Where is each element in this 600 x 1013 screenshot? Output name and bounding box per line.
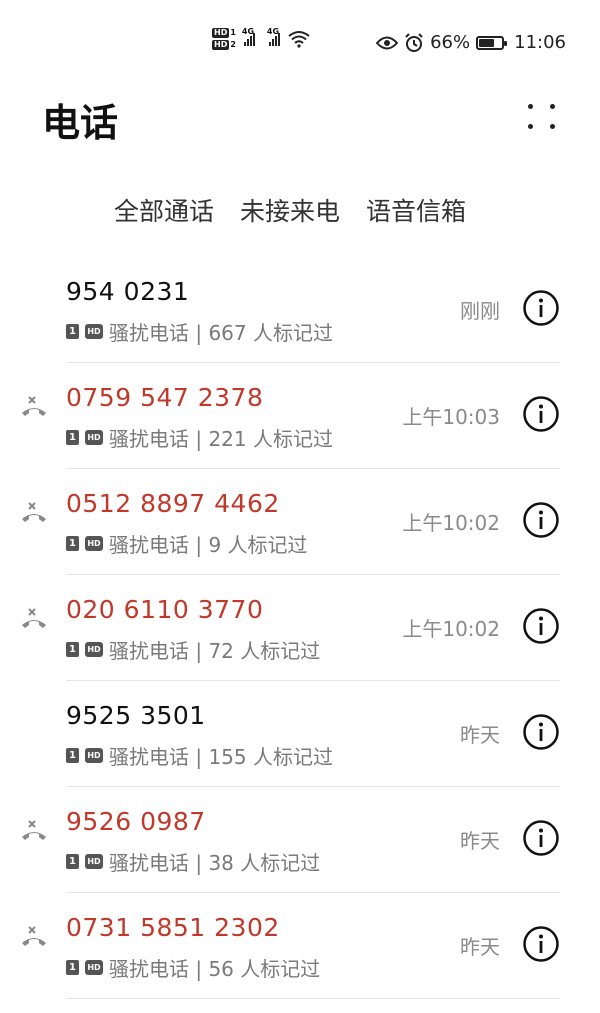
spam-tag: 骚扰电话 | 667 人标记过 bbox=[109, 321, 333, 345]
info-icon[interactable] bbox=[522, 395, 560, 433]
sim-card-icon: 1 bbox=[66, 536, 79, 551]
status-bar: HD 1 HD 2 4G 4G 66% 11:06 bbox=[0, 0, 600, 90]
spam-tag: 骚扰电话 | 9 人标记过 bbox=[109, 533, 308, 557]
info-icon[interactable] bbox=[522, 501, 560, 539]
hd-call-icon: HD bbox=[85, 642, 103, 657]
call-details: 1 HD 骚扰电话 | 667 人标记过 bbox=[66, 317, 333, 346]
more-options-button[interactable] bbox=[524, 100, 560, 136]
hd-call-icon: HD bbox=[85, 430, 103, 445]
call-log-row[interactable]: 954 0231 1 HD 骚扰电话 | 667 人标记过 刚刚 bbox=[0, 257, 600, 363]
sim-card-icon: 1 bbox=[66, 324, 79, 339]
clock: 11:06 bbox=[514, 32, 566, 53]
call-details: 1 HD 骚扰电话 | 221 人标记过 bbox=[66, 423, 333, 452]
spam-tag: 骚扰电话 | 56 人标记过 bbox=[109, 957, 321, 981]
hd-call-icon: HD bbox=[85, 536, 103, 551]
sim1-hd-indicator: HD 1 bbox=[212, 28, 236, 38]
call-details: 1 HD 骚扰电话 | 9 人标记过 bbox=[66, 529, 308, 558]
call-log-row[interactable]: 9525 3501 1 HD 骚扰电话 | 155 人标记过 昨天 bbox=[0, 681, 600, 787]
call-log-row[interactable]: 0759 547 2378 1 HD 骚扰电话 | 221 人标记过 上午10:… bbox=[0, 363, 600, 469]
call-time: 昨天 bbox=[460, 829, 500, 853]
sim-card-icon: 1 bbox=[66, 642, 79, 657]
status-right: 66% 11:06 bbox=[376, 32, 566, 53]
info-icon[interactable] bbox=[522, 713, 560, 751]
phone-number: 0731 5851 2302 bbox=[66, 913, 280, 942]
page-title: 电话 bbox=[42, 101, 119, 145]
tab-missed-calls[interactable]: 未接来电 bbox=[240, 192, 340, 238]
call-log-row[interactable]: 0512 8897 4462 1 HD 骚扰电话 | 9 人标记过 上午10:0… bbox=[0, 469, 600, 575]
info-icon[interactable] bbox=[522, 289, 560, 327]
call-log-row[interactable]: 9526 0987 1 HD 骚扰电话 | 38 人标记过 昨天 bbox=[0, 787, 600, 893]
phone-number: 9525 3501 bbox=[66, 701, 206, 730]
phone-number: 9526 0987 bbox=[66, 807, 206, 836]
signal-2-icon: 4G bbox=[267, 27, 280, 46]
dot bbox=[550, 124, 555, 129]
battery-fill bbox=[479, 38, 494, 47]
call-time: 上午10:02 bbox=[402, 617, 500, 641]
phone-number: 0512 8897 4462 bbox=[66, 489, 280, 518]
phone-number: 020 6110 3770 bbox=[66, 595, 264, 624]
call-details: 1 HD 骚扰电话 | 38 人标记过 bbox=[66, 847, 320, 876]
tab-voicemail[interactable]: 语音信箱 bbox=[366, 192, 466, 238]
hd-call-icon: HD bbox=[85, 748, 103, 763]
missed-call-icon bbox=[22, 502, 46, 522]
call-details: 1 HD 骚扰电话 | 155 人标记过 bbox=[66, 741, 333, 770]
network-indicators: HD 1 HD 2 4G 4G bbox=[212, 27, 310, 50]
phone-number: 954 0231 bbox=[66, 277, 190, 306]
call-details: 1 HD 骚扰电话 | 56 人标记过 bbox=[66, 953, 320, 982]
info-icon[interactable] bbox=[522, 607, 560, 645]
hd-call-icon: HD bbox=[85, 854, 103, 869]
signal-1-icon: 4G bbox=[242, 27, 255, 46]
sim2-hd-indicator: HD 2 bbox=[212, 40, 236, 50]
info-icon[interactable] bbox=[522, 819, 560, 857]
row-divider bbox=[66, 998, 560, 999]
phone-number: 0759 547 2378 bbox=[66, 383, 264, 412]
call-log-row[interactable]: 020 6110 3770 1 HD 骚扰电话 | 72 人标记过 上午10:0… bbox=[0, 575, 600, 681]
wifi-icon bbox=[288, 31, 310, 48]
call-time: 刚刚 bbox=[460, 299, 500, 323]
sim-card-icon: 1 bbox=[66, 748, 79, 763]
tab-all-calls[interactable]: 全部通话 bbox=[114, 192, 214, 238]
dot bbox=[528, 104, 533, 109]
battery-icon bbox=[476, 35, 508, 50]
dot bbox=[528, 124, 533, 129]
call-details: 1 HD 骚扰电话 | 72 人标记过 bbox=[66, 635, 320, 664]
sim-hd-indicators: HD 1 HD 2 bbox=[212, 28, 236, 50]
missed-call-icon bbox=[22, 608, 46, 628]
alarm-icon bbox=[405, 32, 423, 52]
sim-card-icon: 1 bbox=[66, 960, 79, 975]
call-time: 昨天 bbox=[460, 723, 500, 747]
hd-call-icon: HD bbox=[85, 960, 103, 975]
sim-card-icon: 1 bbox=[66, 430, 79, 445]
spam-tag: 骚扰电话 | 221 人标记过 bbox=[109, 427, 333, 451]
call-time: 上午10:02 bbox=[402, 511, 500, 535]
dot bbox=[550, 104, 555, 109]
eye-comfort-icon bbox=[376, 36, 399, 49]
spam-tag: 骚扰电话 | 155 人标记过 bbox=[109, 745, 333, 769]
battery-percent: 66% bbox=[430, 32, 471, 53]
tab-bar: 全部通话 未接来电 语音信箱 bbox=[114, 192, 466, 238]
spam-tag: 骚扰电话 | 38 人标记过 bbox=[109, 851, 321, 875]
missed-call-icon bbox=[22, 926, 46, 946]
call-time: 上午10:03 bbox=[402, 405, 500, 429]
call-log-row[interactable]: 0731 5851 2302 1 HD 骚扰电话 | 56 人标记过 昨天 bbox=[0, 893, 600, 999]
spam-tag: 骚扰电话 | 72 人标记过 bbox=[109, 639, 321, 663]
missed-call-icon bbox=[22, 820, 46, 840]
call-time: 昨天 bbox=[460, 935, 500, 959]
sim-card-icon: 1 bbox=[66, 854, 79, 869]
hd-call-icon: HD bbox=[85, 324, 103, 339]
info-icon[interactable] bbox=[522, 925, 560, 963]
missed-call-icon bbox=[22, 396, 46, 416]
call-log-list: 954 0231 1 HD 骚扰电话 | 667 人标记过 刚刚 0759 54… bbox=[0, 257, 600, 999]
